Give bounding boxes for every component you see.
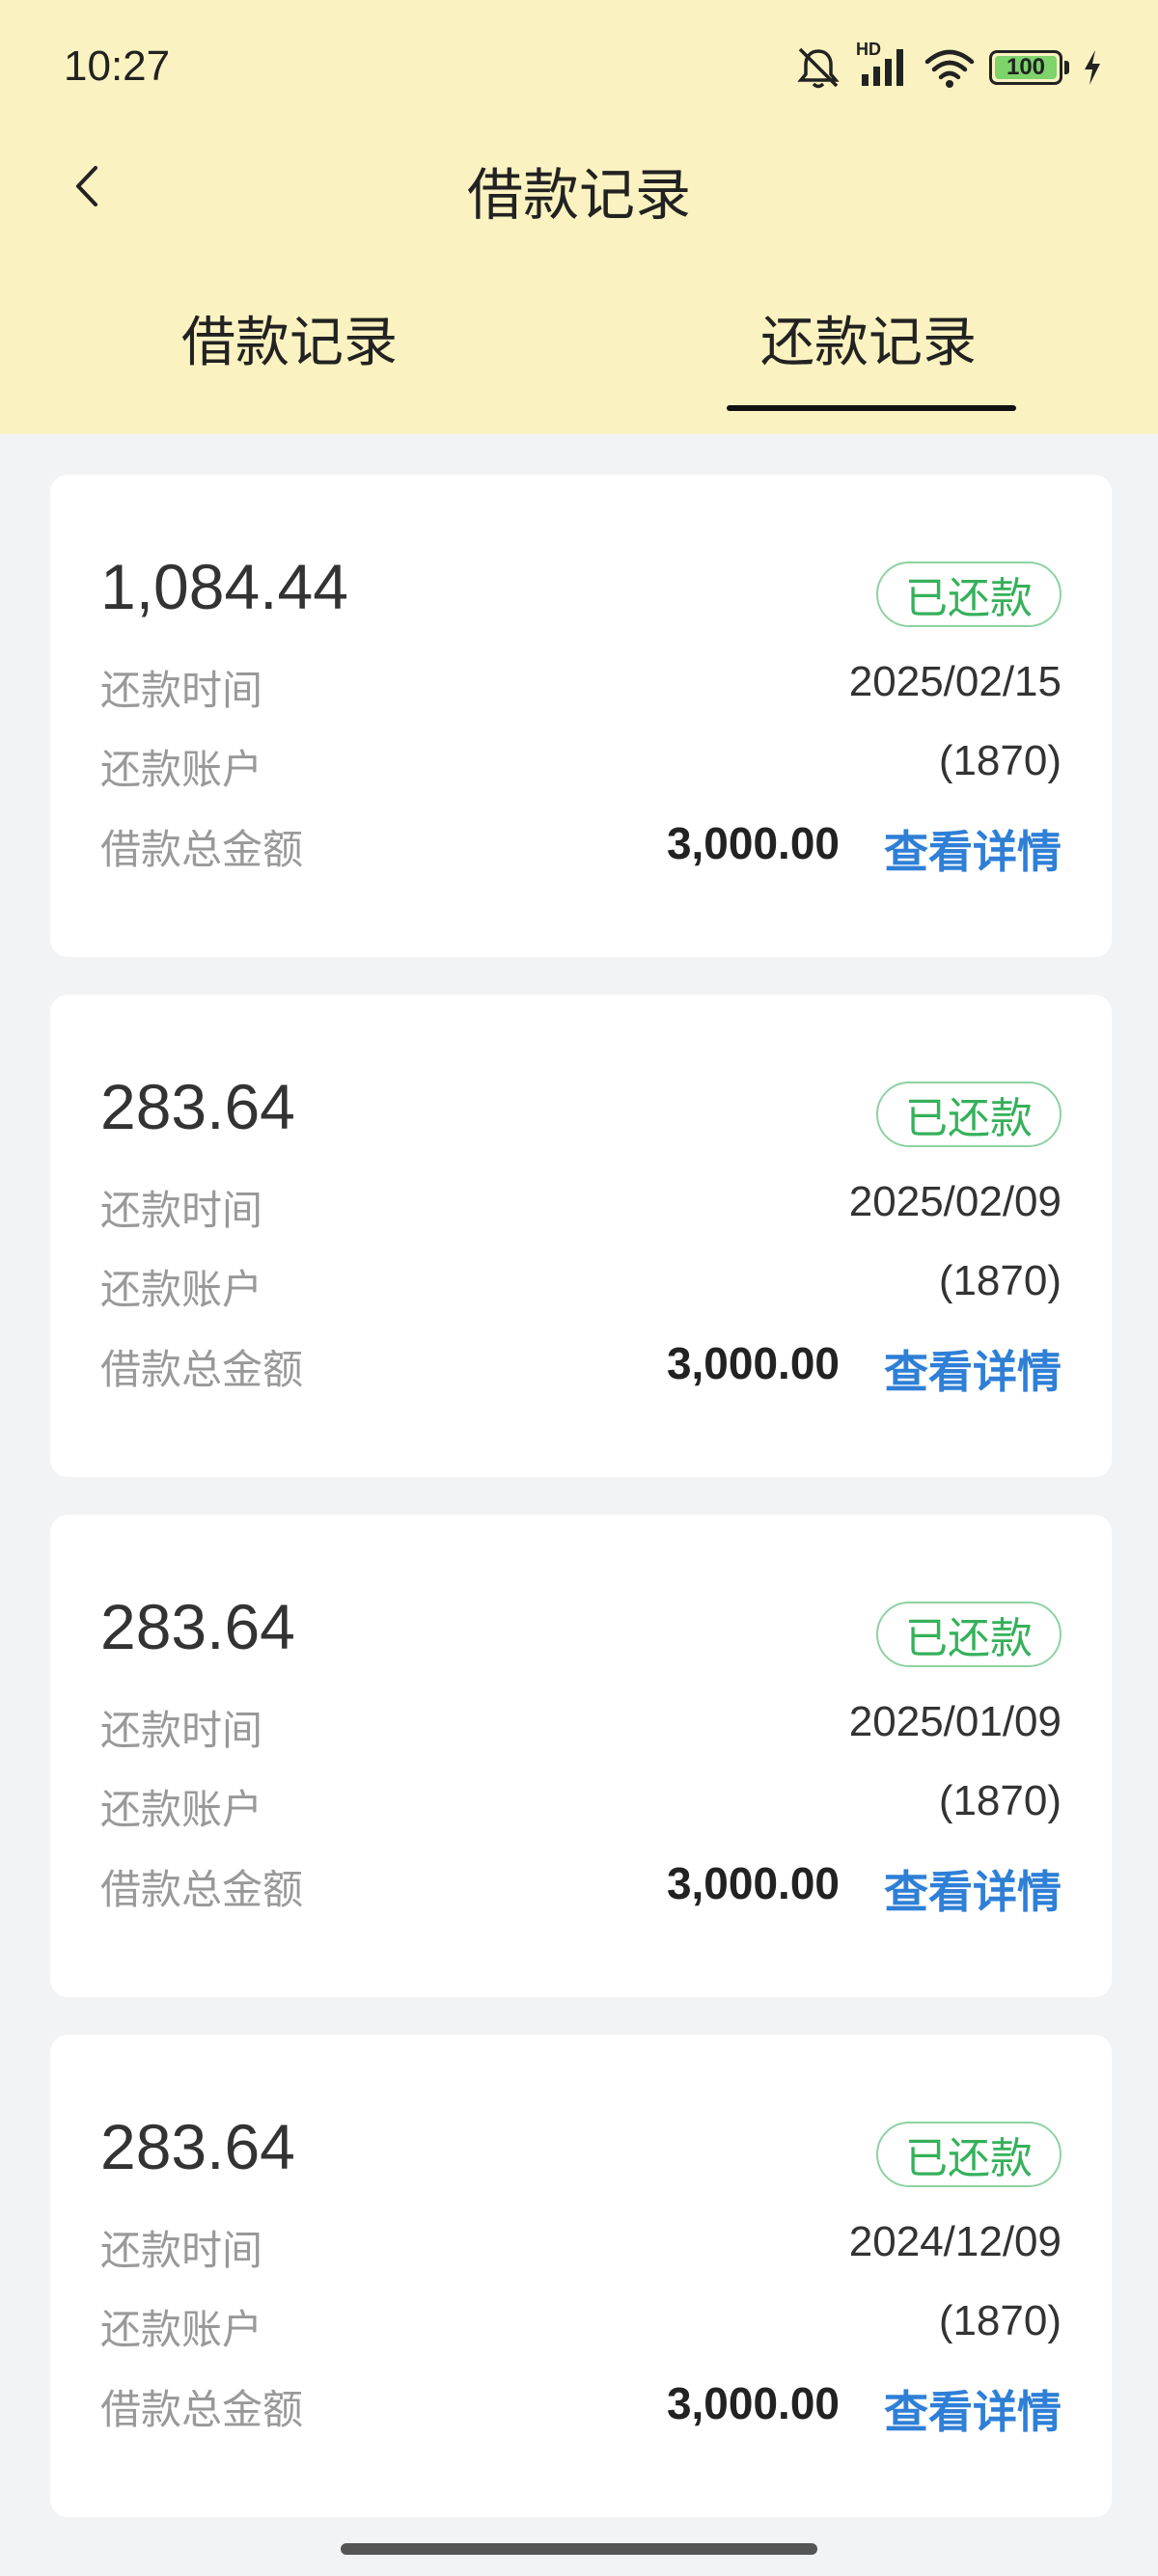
repayment-record-card[interactable]: 283.64 已还款 还款时间 2025/02/09 还款账户 (1870) 借… [50,995,1112,1477]
active-tab-indicator [727,405,1016,411]
loan-total-label: 借款总金额 [100,826,304,873]
signal-icon: HD [856,40,910,90]
status-badge: 已还款 [876,1602,1062,1667]
loan-total-label: 借款总金额 [100,1866,304,1913]
loan-total-value: 3,000.00 [666,818,840,868]
status-badge: 已还款 [876,562,1062,627]
tab-bar: 借款记录 还款记录 [0,280,1158,415]
wifi-icon [924,46,976,89]
nav-bar: 借款记录 [0,140,1158,236]
repayment-record-card[interactable]: 283.64 已还款 还款时间 2024/12/09 还款账户 (1870) 借… [50,2035,1112,2517]
page-title: 借款记录 [466,162,691,228]
repayment-time-value: 2025/02/15 [848,658,1062,705]
repayment-amount: 283.64 [100,1071,295,1142]
battery-cap [1064,61,1069,74]
repayment-account-label: 还款账户 [100,1786,263,1833]
battery-percent: 100 [1006,54,1046,80]
repayment-time-label: 还款时间 [100,2227,263,2274]
repayment-account-label: 还款账户 [100,746,263,793]
loan-total-value: 3,000.00 [666,1338,840,1388]
repayment-time-label: 还款时间 [100,667,263,714]
repayment-amount: 283.64 [100,1591,295,1662]
repayment-record-card[interactable]: 1,084.44 已还款 还款时间 2025/02/15 还款账户 (1870)… [50,475,1112,957]
repayment-amount: 283.64 [100,2111,295,2182]
repayment-account-value: (1870) [938,737,1062,784]
status-bar: 10:27 HD 100 [0,0,1158,140]
tab-borrow-records[interactable]: 借款记录 [96,299,482,377]
battery-icon: 100 [989,50,1062,85]
home-indicator[interactable] [341,2543,817,2555]
mute-icon [794,45,842,90]
repayment-account-value: (1870) [938,2297,1062,2344]
loan-total-value: 3,000.00 [666,1858,840,1908]
repayment-account-value: (1870) [938,1257,1062,1304]
status-time: 10:27 [64,42,171,90]
status-badge: 已还款 [876,2122,1062,2187]
header: 10:27 HD 100 借款记录 借款记录 还款记录 [0,0,1158,434]
repayment-account-value: (1870) [938,1777,1062,1824]
charging-icon [1083,49,1102,86]
view-details-link[interactable]: 查看详情 [884,1857,1062,1921]
loan-total-value: 3,000.00 [666,2378,840,2428]
repayment-time-value: 2025/01/09 [848,1698,1062,1745]
repayment-amount: 1,084.44 [100,551,348,622]
repayment-time-label: 还款时间 [100,1187,263,1234]
repayment-account-label: 还款账户 [100,1266,263,1313]
repayment-record-card[interactable]: 283.64 已还款 还款时间 2025/01/09 还款账户 (1870) 借… [50,1515,1112,1997]
repayment-time-value: 2024/12/09 [848,2218,1062,2265]
tab-repayment-records[interactable]: 还款记录 [676,299,1062,377]
view-details-link[interactable]: 查看详情 [884,2377,1062,2441]
view-details-link[interactable]: 查看详情 [884,817,1062,881]
loan-total-label: 借款总金额 [100,1346,304,1393]
loan-total-label: 借款总金额 [100,2386,304,2433]
repayment-account-label: 还款账户 [100,2306,263,2353]
view-details-link[interactable]: 查看详情 [884,1337,1062,1401]
repayment-time-value: 2025/02/09 [848,1178,1062,1225]
status-badge: 已还款 [876,1082,1062,1147]
repayment-time-label: 还款时间 [100,1707,263,1754]
status-icons: HD 100 [794,40,1102,91]
